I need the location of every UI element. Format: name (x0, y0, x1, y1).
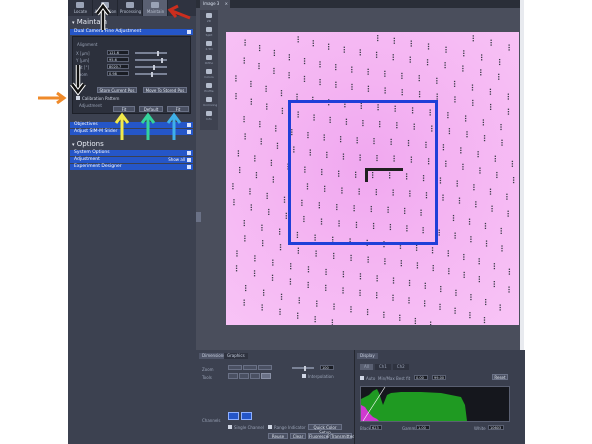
arrow-orange (38, 91, 67, 105)
arrow-cyan (166, 112, 182, 140)
arrow-green (140, 112, 156, 140)
arrow-yellow (114, 112, 130, 140)
arrow-black-top (95, 2, 111, 30)
arrow-red (167, 4, 191, 20)
arrow-black-left (70, 65, 86, 96)
annotation-overlay (38, 2, 191, 140)
